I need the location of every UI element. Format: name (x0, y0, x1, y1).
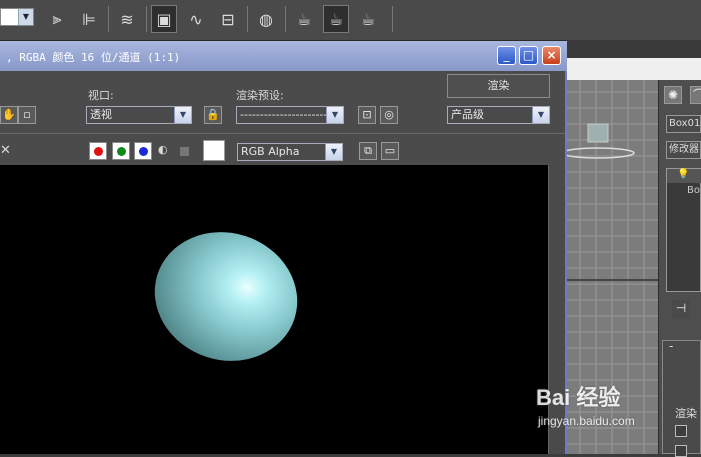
rollout-label: 渲染 (675, 407, 697, 420)
layer-manager-icon[interactable]: ≋ (114, 5, 140, 33)
chevron-down-icon: ▼ (325, 144, 342, 160)
toolbar-divider (392, 6, 393, 32)
main-toolbar (0, 0, 701, 41)
green-channel-toggle[interactable] (112, 142, 130, 160)
curve-editor-icon[interactable]: ∿ (183, 5, 209, 33)
watermark-logo: Bai 经验 (536, 385, 621, 410)
stack-item-light-icon[interactable]: 💡 (667, 169, 701, 183)
chevron-down-icon: ▼ (174, 107, 191, 123)
red-channel-toggle[interactable] (89, 142, 107, 160)
quality-value: 产品级 (451, 108, 484, 121)
lock-icon[interactable]: 🔒 (204, 106, 222, 124)
red-channel-icon (93, 146, 103, 156)
toggle-overlays-icon[interactable]: ▭ (381, 142, 399, 160)
render-canvas[interactable] (0, 165, 548, 454)
toolbar-divider (247, 6, 248, 32)
preset-label: 渲染预设: (236, 89, 284, 102)
toolbar-divider (285, 6, 286, 32)
channel-display-value: RGB Alpha (241, 145, 300, 158)
render-production-icon[interactable]: ☕ (291, 5, 317, 33)
pan-hand-icon[interactable]: ✋ (0, 106, 18, 124)
toolbar-divider (108, 6, 109, 32)
stack-item-label[interactable]: Bo (667, 185, 701, 196)
close-button[interactable]: × (542, 46, 561, 65)
render-frame-icon[interactable]: ⊟ (215, 5, 241, 33)
environment-effects-icon[interactable]: ◎ (380, 106, 398, 124)
material-editor-icon[interactable]: ◍ (253, 5, 279, 33)
modifier-stack[interactable]: 💡 Bo (666, 168, 701, 292)
green-channel-icon (116, 146, 126, 156)
alpha-toggle-icon[interactable] (180, 147, 189, 156)
selection-filter-dropdown[interactable]: ▼ (0, 8, 34, 26)
teapot-render-icon[interactable]: ☕ (355, 5, 381, 33)
render-button[interactable]: 渲染 (447, 74, 550, 98)
toggle-ui-icon[interactable]: ⧉ (359, 142, 377, 160)
clear-icon[interactable]: ✕ (0, 143, 11, 158)
box-object[interactable] (587, 123, 609, 143)
divider (0, 133, 565, 134)
viewport-label: 视口: (88, 89, 114, 102)
quality-dropdown[interactable]: 产品级 ▼ (447, 106, 550, 124)
zoom-region-icon[interactable]: ▫ (18, 106, 36, 124)
rendered-sphere (137, 213, 315, 380)
gear-icon[interactable]: ✺ (664, 86, 682, 104)
pin-stack-icon[interactable]: ⊣ (672, 300, 690, 318)
viewport-value: 透视 (90, 108, 112, 121)
render-iterative-icon[interactable]: ☕ (323, 5, 349, 33)
toolbar-divider (146, 6, 147, 32)
viewport-dropdown[interactable]: 透视 ▼ (86, 106, 192, 124)
blue-channel-toggle[interactable] (134, 142, 152, 160)
watermark-url: jingyan.baidu.com (538, 414, 635, 428)
maximize-button[interactable]: □ (519, 46, 538, 65)
minimize-button[interactable]: _ (497, 46, 516, 65)
color-swatch[interactable] (203, 140, 225, 161)
chevron-down-icon: ▼ (532, 107, 549, 123)
baidu-jingyan-watermark: Bai 经验 jingyan.baidu.com (536, 370, 676, 440)
mono-toggle-icon[interactable]: ◐ (158, 143, 168, 156)
viewport-header (566, 40, 701, 58)
viewport-top-strip (566, 58, 658, 80)
modify-tab-icon[interactable]: ⌒ (690, 86, 701, 104)
modifier-list-dropdown[interactable]: 修改器 (666, 141, 701, 159)
preset-dropdown[interactable]: ----------------------------------▼ (236, 106, 344, 124)
command-panel-top (658, 58, 701, 80)
checkbox[interactable] (675, 445, 687, 457)
render-setup-icon[interactable]: ▣ (151, 5, 177, 33)
chevron-down-icon: ▼ (18, 9, 33, 25)
channel-display-dropdown[interactable]: RGB Alpha ▼ (237, 143, 343, 161)
mirror-icon[interactable]: ⫸ (44, 5, 70, 33)
object-name-field[interactable]: Box01 (666, 115, 701, 133)
render-setup-icon[interactable]: ⊡ (358, 106, 376, 124)
checkbox[interactable] (675, 425, 687, 437)
window-title: , RGBA 颜色 16 位/通道 (1:1) (6, 51, 181, 64)
chevron-down-icon: ▼ (326, 107, 343, 123)
blue-channel-icon (138, 146, 148, 156)
align-icon[interactable]: ⊫ (76, 5, 102, 33)
collapse-icon[interactable]: - (669, 339, 673, 353)
